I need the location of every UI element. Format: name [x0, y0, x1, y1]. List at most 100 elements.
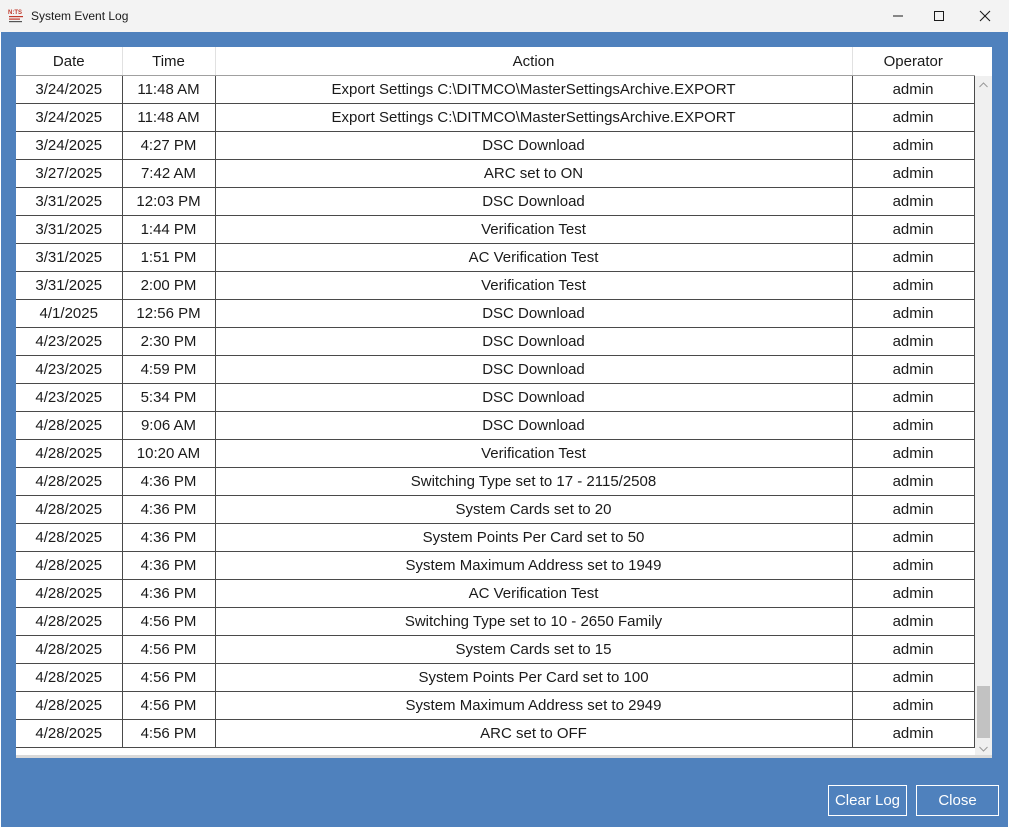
- table-row[interactable]: 4/28/2025 4:56 PM Switching Type set to 10…: [16, 607, 975, 636]
- close-window-button[interactable]: [962, 0, 1008, 32]
- table-row[interactable]: 4/28/2025 4:36 PM System Cards set to 20 ad…: [16, 495, 975, 524]
- cell-date: 4/28/2025: [16, 607, 123, 636]
- table-row[interactable]: 4/28/2025 9:06 AM DSC Download admin: [16, 411, 975, 440]
- cell-date: 3/24/2025: [16, 103, 123, 132]
- cell-time: 11:48 AM: [122, 103, 216, 132]
- scroll-up-button[interactable]: [975, 76, 992, 93]
- event-log-table: Date Time Action Operator 3/24/2025 11:48…: [16, 47, 975, 748]
- cell-action: DSC Download: [215, 383, 853, 412]
- cell-date: 4/28/2025: [16, 691, 123, 720]
- cell-time: 4:56 PM: [122, 663, 216, 692]
- cell-operator: admin: [852, 271, 975, 300]
- cell-action: System Cards set to 15: [215, 635, 853, 664]
- cell-operator: admin: [852, 663, 975, 692]
- cell-action: DSC Download: [215, 327, 853, 356]
- column-header-action[interactable]: Action: [215, 47, 853, 76]
- cell-operator: admin: [852, 243, 975, 272]
- cell-action: AC Verification Test: [215, 579, 853, 608]
- maximize-icon: [934, 11, 944, 21]
- close-button[interactable]: Close: [916, 785, 999, 816]
- table-row[interactable]: 4/23/2025 2:30 PM DSC Download admin: [16, 327, 975, 356]
- cell-action: Export Settings C:\DITMCO\MasterSettings…: [215, 103, 853, 132]
- cell-action: System Maximum Address set to 1949: [215, 551, 853, 580]
- cell-time: 2:00 PM: [122, 271, 216, 300]
- clear-log-button[interactable]: Clear Log: [828, 785, 907, 816]
- cell-action: Switching Type set to 10 - 2650 Family: [215, 607, 853, 636]
- table-row[interactable]: 4/28/2025 4:36 PM Switching Type set to 17…: [16, 467, 975, 496]
- cell-date: 4/28/2025: [16, 411, 123, 440]
- cell-operator: admin: [852, 159, 975, 188]
- cell-date: 3/31/2025: [16, 215, 123, 244]
- close-icon: [979, 10, 991, 22]
- table-row[interactable]: 3/31/2025 2:00 PM Verification Test admin: [16, 271, 975, 300]
- cell-operator: admin: [852, 299, 975, 328]
- app-logo-text: N:TS: [8, 10, 22, 16]
- event-log-grid[interactable]: Date Time Action Operator 3/24/2025 11:48…: [16, 47, 992, 757]
- header-row: Date Time Action Operator: [16, 47, 974, 76]
- table-row[interactable]: 3/31/2025 1:44 PM Verification Test admin: [16, 215, 975, 244]
- table-row[interactable]: 4/28/2025 4:56 PM System Cards set to 15 ad…: [16, 635, 975, 664]
- cell-operator: admin: [852, 383, 975, 412]
- cell-action: Verification Test: [215, 215, 853, 244]
- cell-operator: admin: [852, 523, 975, 552]
- table-row[interactable]: 4/23/2025 4:59 PM DSC Download admin: [16, 355, 975, 384]
- cell-action: ARC set to OFF: [215, 719, 853, 748]
- maximize-button[interactable]: [916, 0, 962, 32]
- cell-date: 3/24/2025: [16, 131, 123, 160]
- table-row[interactable]: 3/24/2025 11:48 AM Export Settings C:\DITM…: [16, 103, 975, 132]
- grid-bottom-edge: [16, 755, 992, 758]
- table-row[interactable]: 4/28/2025 4:56 PM System Points Per Card s…: [16, 663, 975, 692]
- minimize-button[interactable]: [875, 0, 921, 32]
- cell-action: DSC Download: [215, 299, 853, 328]
- cell-date: 4/28/2025: [16, 439, 123, 468]
- table-row[interactable]: 4/23/2025 5:34 PM DSC Download admin: [16, 383, 975, 412]
- cell-time: 2:30 PM: [122, 327, 216, 356]
- table-row[interactable]: 3/27/2025 7:42 AM ARC set to ON admin: [16, 159, 975, 188]
- cell-date: 4/23/2025: [16, 355, 123, 384]
- table-row[interactable]: 3/31/2025 12:03 PM DSC Download admin: [16, 187, 975, 216]
- table-row[interactable]: 4/1/2025 12:56 PM DSC Download admin: [16, 299, 975, 328]
- cell-operator: admin: [852, 131, 975, 160]
- cell-operator: admin: [852, 691, 975, 720]
- cell-action: System Cards set to 20: [215, 495, 853, 524]
- window-title: System Event Log: [31, 9, 129, 23]
- cell-time: 4:27 PM: [122, 131, 216, 160]
- cell-operator: admin: [852, 75, 975, 104]
- minimize-icon: [893, 15, 903, 17]
- cell-action: System Points Per Card set to 100: [215, 663, 853, 692]
- cell-date: 3/31/2025: [16, 187, 123, 216]
- cell-operator: admin: [852, 355, 975, 384]
- cell-action: Export Settings C:\DITMCO\MasterSettings…: [215, 75, 853, 104]
- table-row[interactable]: 3/24/2025 11:48 AM Export Settings C:\DITM…: [16, 75, 975, 104]
- cell-date: 3/27/2025: [16, 159, 123, 188]
- table-row[interactable]: 4/28/2025 4:56 PM ARC set to OFF admin: [16, 719, 975, 748]
- table-row[interactable]: 4/28/2025 4:36 PM AC Verification Test admi…: [16, 579, 975, 608]
- table-row[interactable]: 4/28/2025 4:56 PM System Maximum Address s…: [16, 691, 975, 720]
- table-row[interactable]: 4/28/2025 4:36 PM System Maximum Address s…: [16, 551, 975, 580]
- vertical-scrollbar[interactable]: [975, 76, 992, 757]
- cell-date: 4/23/2025: [16, 327, 123, 356]
- table-row[interactable]: 3/31/2025 1:51 PM AC Verification Test admi…: [16, 243, 975, 272]
- column-header-time[interactable]: Time: [122, 47, 216, 76]
- table-row[interactable]: 3/24/2025 4:27 PM DSC Download admin: [16, 131, 975, 160]
- chevron-up-icon: [979, 81, 988, 87]
- cell-time: 4:59 PM: [122, 355, 216, 384]
- cell-date: 4/28/2025: [16, 523, 123, 552]
- chevron-down-icon: [979, 746, 988, 752]
- cell-time: 4:36 PM: [122, 523, 216, 552]
- table-row[interactable]: 4/28/2025 4:36 PM System Points Per Card s…: [16, 523, 975, 552]
- title-bar[interactable]: N:TS System Event Log: [0, 0, 1009, 32]
- cell-date: 3/24/2025: [16, 75, 123, 104]
- column-header-operator[interactable]: Operator: [852, 47, 974, 76]
- column-header-date[interactable]: Date: [16, 47, 123, 76]
- cell-operator: admin: [852, 103, 975, 132]
- cell-operator: admin: [852, 719, 975, 748]
- scrollbar-thumb[interactable]: [977, 686, 990, 738]
- cell-operator: admin: [852, 467, 975, 496]
- cell-time: 4:36 PM: [122, 467, 216, 496]
- cell-date: 4/28/2025: [16, 635, 123, 664]
- cell-operator: admin: [852, 187, 975, 216]
- cell-action: Verification Test: [215, 271, 853, 300]
- cell-time: 4:56 PM: [122, 691, 216, 720]
- table-row[interactable]: 4/28/2025 10:20 AM Verification Test admin: [16, 439, 975, 468]
